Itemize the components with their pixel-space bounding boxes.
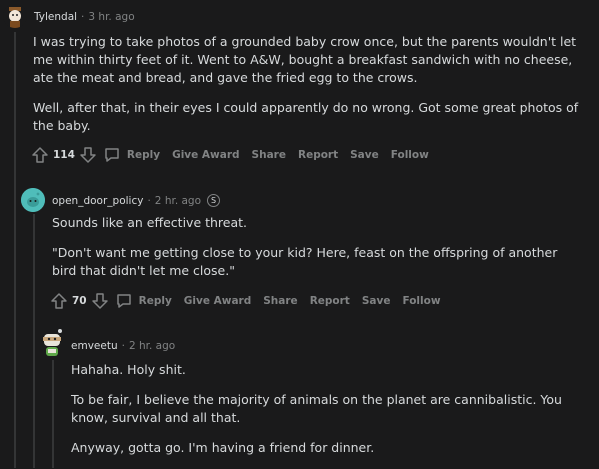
avatar[interactable] [21,188,45,212]
give-award-button[interactable]: Give Award [172,149,239,161]
avatar[interactable] [3,4,27,28]
comment-author[interactable]: emveetu [71,340,118,352]
reply-button[interactable]: Reply [139,295,172,307]
thread-line-root[interactable] [14,32,16,468]
comment-paragraph: I was trying to take photos of a grounde… [33,34,577,85]
comment-author[interactable]: Tylendal [34,11,77,23]
report-button[interactable]: Report [298,149,338,161]
comment-actions: 114 Reply Give Award Share Report Save F… [31,146,441,164]
comment-timestamp[interactable]: 2 hr. ago [129,340,175,352]
upvote-icon[interactable] [50,292,68,310]
comment-body: I was trying to take photos of a grounde… [33,33,583,147]
report-button[interactable]: Report [310,295,350,307]
comment-timestamp[interactable]: 3 hr. ago [88,11,134,23]
snoo-avatar-icon [43,329,62,356]
reply-icon[interactable] [103,146,121,164]
separator: · [81,11,85,23]
vote-score: 114 [53,149,75,161]
give-award-button[interactable]: Give Award [184,295,251,307]
separator: · [147,194,151,207]
comment-paragraph: Anyway, gotta go. I'm having a friend fo… [71,440,375,455]
avatar-icon [3,4,27,28]
avatar[interactable] [40,328,66,358]
comment-actions: 70 Reply Give Award Share Report Save Fo… [50,292,453,310]
comment-paragraph: Sounds like an effective threat. [52,215,248,230]
comment-body: Sounds like an effective threat. "Don't … [52,214,582,292]
snoo-avatar-icon [21,188,45,212]
follow-button[interactable]: Follow [391,149,429,161]
reply-icon[interactable] [115,292,133,310]
thread-line-child[interactable] [33,214,35,468]
downvote-icon[interactable] [91,292,109,310]
save-button[interactable]: Save [362,295,391,307]
reply-button[interactable]: Reply [127,149,160,161]
comment-paragraph: "Don't want me getting close to your kid… [52,245,558,278]
award-coin-icon[interactable]: S [207,194,221,207]
thread-line-grandchild[interactable] [52,360,54,468]
comment-paragraph: Hahaha. Holy shit. [71,362,186,377]
upvote-icon[interactable] [31,146,49,164]
comment-paragraph: To be fair, I believe the majority of an… [71,392,562,425]
comment-body: Hahaha. Holy shit. To be fair, I believe… [71,361,586,469]
vote-score: 70 [72,295,87,307]
share-button[interactable]: Share [252,149,286,161]
comment-timestamp[interactable]: 2 hr. ago [155,195,201,207]
comment-paragraph: Well, after that, in their eyes I could … [33,100,579,133]
follow-button[interactable]: Follow [402,295,440,307]
separator: · [121,340,125,352]
save-button[interactable]: Save [350,149,379,161]
comment-author[interactable]: open_door_policy [52,195,143,207]
downvote-icon[interactable] [79,146,97,164]
share-button[interactable]: Share [263,295,297,307]
